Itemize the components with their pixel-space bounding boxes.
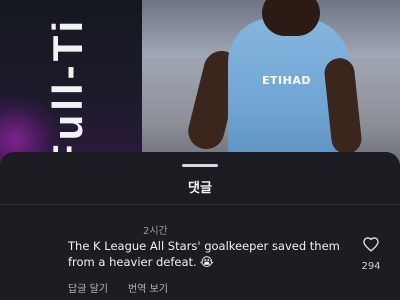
player-head [262,0,320,36]
like-button[interactable]: 294 [356,236,386,272]
comment-text: The K League All Stars' goalkeeper saved… [68,238,353,270]
comments-sheet: 댓글 2시간 The K League All Stars' goalkeepe… [0,152,400,300]
reply-button[interactable]: 답글 달기 [68,280,108,295]
video-frame[interactable]: Full-Ti ETIHAD [0,0,400,165]
sheet-title: 댓글 [188,181,212,196]
vertical-title-text: Full-Ti [44,16,91,165]
comment-timestamp: 2시간 [143,226,168,237]
divider [0,204,400,205]
drag-handle[interactable] [182,164,218,167]
comment-actions: 답글 달기 번역 보기 [68,280,168,295]
like-count: 294 [361,261,381,272]
shirt-sponsor-text: ETIHAD [262,74,311,87]
crying-emoji: 😭 [199,255,214,269]
translate-button[interactable]: 번역 보기 [128,280,168,295]
title-card-panel: Full-Ti [0,0,142,165]
heart-outline-icon[interactable] [356,236,386,252]
